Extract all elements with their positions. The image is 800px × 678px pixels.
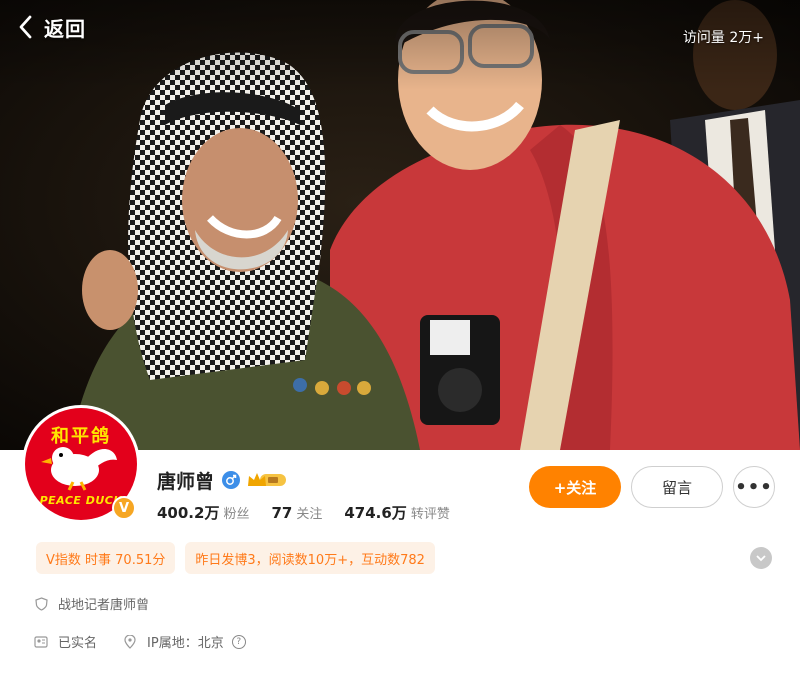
fans-label: 粉丝 [223, 507, 250, 522]
following-stat[interactable]: 77 关注 [271, 503, 322, 522]
verified-name-text: 已实名 [58, 636, 98, 651]
fans-count: 400.2万 [157, 504, 220, 522]
chevron-left-icon [18, 12, 40, 42]
profile-stats: 400.2万 粉丝 77 关注 474.6万 转评赞 [157, 502, 472, 523]
profile-name-row: 唐师曾 [157, 466, 288, 494]
interactions-stat: 474.6万 转评赞 [344, 502, 449, 523]
location-pin-icon [123, 634, 137, 649]
cover-photo [0, 0, 800, 450]
more-options-button[interactable]: ••• [733, 466, 775, 508]
meta-row: 已实名 IP属地：北京 ? [34, 632, 246, 651]
male-icon [222, 471, 241, 489]
cover-top-shade [0, 0, 800, 90]
id-card-icon [34, 635, 48, 649]
yesterday-stats-tag[interactable]: 昨日发博3，阅读数10万+，互动数782 [185, 542, 435, 574]
chevron-down-icon [756, 554, 766, 561]
follow-button[interactable]: +关注 [529, 466, 621, 508]
profile-tags: V指数 时事 70.51分 昨日发博3，阅读数10万+，互动数782 [36, 542, 445, 574]
bio-text: 战地记者唐师曾 [58, 598, 150, 613]
interactions-count: 474.6万 [344, 504, 407, 522]
avatar-logo-text: 和平鸽 [51, 426, 111, 447]
expand-button[interactable] [750, 547, 772, 569]
help-icon[interactable]: ? [231, 634, 246, 649]
following-label: 关注 [296, 507, 323, 522]
message-button[interactable]: 留言 [631, 466, 723, 508]
bio-row: 战地记者唐师曾 [34, 594, 149, 613]
following-count: 77 [271, 504, 293, 522]
crown-vip-icon[interactable] [246, 471, 288, 489]
interactions-label: 转评赞 [410, 507, 450, 522]
back-button[interactable]: 返回 [18, 12, 86, 42]
more-dots-icon: ••• [735, 476, 773, 498]
shield-icon [34, 596, 48, 611]
verified-badge-icon: V [112, 496, 136, 520]
fans-stat[interactable]: 400.2万 粉丝 [157, 502, 249, 523]
v-index-tag[interactable]: V指数 时事 70.51分 [36, 542, 176, 574]
profile-name: 唐师曾 [157, 470, 215, 493]
ip-location-text: IP属地：北京 [147, 636, 224, 651]
visit-count: 访问量 2万+ [682, 30, 764, 46]
back-label: 返回 [44, 16, 86, 41]
